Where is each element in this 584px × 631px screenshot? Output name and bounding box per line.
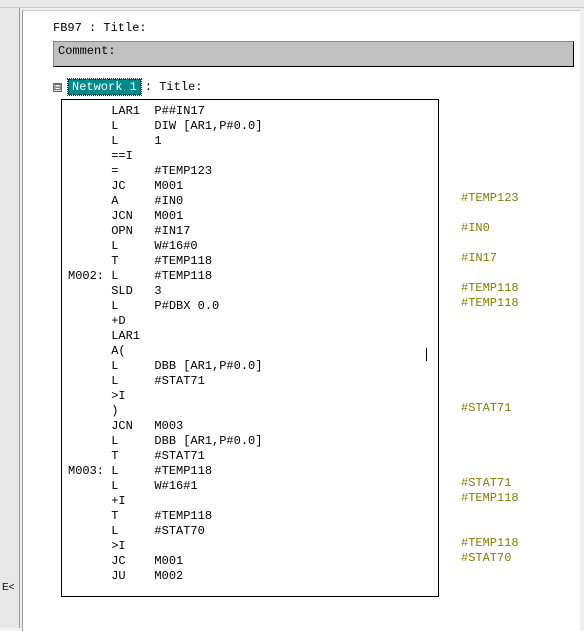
code-line[interactable]: +I bbox=[68, 494, 432, 509]
code-line[interactable]: ==I bbox=[68, 149, 432, 164]
annotation-line: #TEMP123 bbox=[461, 191, 519, 206]
toolbar-fragment bbox=[0, 0, 584, 8]
code-line[interactable]: >I bbox=[68, 389, 432, 404]
network-header: ⊟ Network 1 : Title: bbox=[23, 77, 580, 99]
annotation-line bbox=[461, 596, 519, 611]
annotation-line bbox=[461, 521, 519, 536]
code-line[interactable]: L W#16#1 bbox=[68, 479, 432, 494]
annotation-line bbox=[461, 146, 519, 161]
annotation-line bbox=[461, 176, 519, 191]
annotation-line: #STAT70 bbox=[461, 551, 519, 566]
code-line[interactable]: L DBB [AR1,P#0.0] bbox=[68, 359, 432, 374]
annotation-line: #TEMP118 bbox=[461, 536, 519, 551]
code-line[interactable]: = #TEMP123 bbox=[68, 164, 432, 179]
annotation-line: #STAT71 bbox=[461, 476, 519, 491]
annotation-line bbox=[461, 371, 519, 386]
annotation-line: #TEMP118 bbox=[461, 296, 519, 311]
annotation-line: #STAT71 bbox=[461, 401, 519, 416]
code-line[interactable]: JC M001 bbox=[68, 554, 432, 569]
code-line[interactable]: ) bbox=[68, 404, 432, 419]
network-label[interactable]: Network 1 bbox=[68, 79, 141, 95]
stl-code-editor[interactable]: LAR1 P##IN17 L DIW [AR1,P#0.0] L 1 ==I =… bbox=[61, 99, 439, 597]
annotation-line bbox=[461, 266, 519, 281]
code-line[interactable]: A( bbox=[68, 344, 432, 359]
annotation-line bbox=[461, 566, 519, 581]
annotation-line bbox=[461, 206, 519, 221]
code-line[interactable]: M003: L #TEMP118 bbox=[68, 464, 432, 479]
code-line[interactable]: OPN #IN17 bbox=[68, 224, 432, 239]
annotation-line: #TEMP118 bbox=[461, 491, 519, 506]
code-line[interactable]: >I bbox=[68, 539, 432, 554]
annotation-line bbox=[461, 386, 519, 401]
code-line[interactable]: L #STAT71 bbox=[68, 374, 432, 389]
block-title: FB97 : Title: bbox=[23, 19, 580, 41]
panel-resize-handle[interactable]: E< bbox=[2, 582, 16, 596]
annotation-line: #IN0 bbox=[461, 221, 519, 236]
annotation-line bbox=[461, 506, 519, 521]
code-line[interactable]: JU M002 bbox=[68, 569, 432, 584]
code-line[interactable]: T #TEMP118 bbox=[68, 254, 432, 269]
collapse-icon[interactable]: ⊟ bbox=[53, 83, 62, 92]
annotation-line bbox=[461, 341, 519, 356]
code-line[interactable]: LAR1 P##IN17 bbox=[68, 104, 432, 119]
annotation-line bbox=[461, 356, 519, 371]
code-line[interactable]: M002: L #TEMP118 bbox=[68, 269, 432, 284]
comment-box[interactable]: Comment: bbox=[53, 41, 574, 67]
code-line[interactable]: L DBB [AR1,P#0.0] bbox=[68, 434, 432, 449]
annotation-line bbox=[461, 416, 519, 431]
code-line[interactable]: L DIW [AR1,P#0.0] bbox=[68, 119, 432, 134]
annotation-line bbox=[461, 461, 519, 476]
annotation-line bbox=[461, 161, 519, 176]
symbol-annotations: #TEMP123#IN0#IN17#TEMP118#TEMP118#STAT71… bbox=[461, 131, 519, 611]
annotation-line bbox=[461, 236, 519, 251]
annotation-line: #IN17 bbox=[461, 251, 519, 266]
code-line[interactable]: L W#16#0 bbox=[68, 239, 432, 254]
code-line[interactable]: JC M001 bbox=[68, 179, 432, 194]
code-line[interactable]: A #IN0 bbox=[68, 194, 432, 209]
annotation-line: #TEMP118 bbox=[461, 281, 519, 296]
text-cursor bbox=[426, 348, 427, 361]
annotation-line bbox=[461, 131, 519, 146]
editor-area: FB97 : Title: Comment: ⊟ Network 1 : Tit… bbox=[22, 10, 580, 631]
code-line[interactable]: L #STAT70 bbox=[68, 524, 432, 539]
code-line[interactable]: L P#DBX 0.0 bbox=[68, 299, 432, 314]
annotation-line bbox=[461, 311, 519, 326]
code-line[interactable]: T #TEMP118 bbox=[68, 509, 432, 524]
network-title-suffix: : Title: bbox=[145, 80, 203, 94]
annotation-line bbox=[461, 581, 519, 596]
code-line[interactable]: T #STAT71 bbox=[68, 449, 432, 464]
code-line[interactable]: JCN M003 bbox=[68, 419, 432, 434]
annotation-line bbox=[461, 446, 519, 461]
code-line[interactable]: LAR1 bbox=[68, 329, 432, 344]
code-line[interactable]: SLD 3 bbox=[68, 284, 432, 299]
code-line[interactable]: JCN M001 bbox=[68, 209, 432, 224]
code-line[interactable]: +D bbox=[68, 314, 432, 329]
annotation-line bbox=[461, 431, 519, 446]
annotation-line bbox=[461, 326, 519, 341]
left-docked-panel: E< bbox=[0, 8, 20, 628]
code-line[interactable]: L 1 bbox=[68, 134, 432, 149]
